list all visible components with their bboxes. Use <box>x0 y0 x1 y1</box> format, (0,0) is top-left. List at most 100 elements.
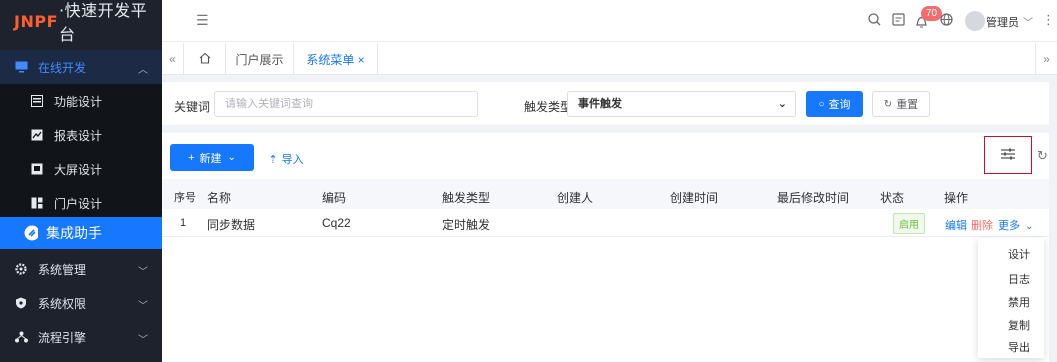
tab-scroll-right-icon[interactable]: » <box>1035 43 1057 75</box>
sidebar-section-label: 系统权限 <box>38 296 87 311</box>
sidebar-item-label: 集成助手 <box>46 225 102 241</box>
sidebar-item-integration-assistant[interactable]: 集成助手 <box>0 217 162 249</box>
keyword-label: 关键词 <box>174 100 211 114</box>
trigger-type-select[interactable]: 事件触发 ⌄ <box>567 91 796 117</box>
chevron-down-icon[interactable]: ﹀ <box>1023 14 1033 29</box>
sidebar-item-screen-design[interactable]: 大屏设计 <box>0 152 162 186</box>
screen-icon <box>30 162 44 176</box>
report-icon <box>30 128 44 142</box>
sidebar-item-report-design[interactable]: 报表设计 <box>0 118 162 152</box>
sidebar-section-system-permissions[interactable]: 系统权限 ﹀ <box>0 286 162 320</box>
query-button[interactable]: ○ 查询 <box>806 91 863 117</box>
chevron-down-icon: ⌄ <box>777 98 787 110</box>
refresh-icon[interactable]: ↻ <box>1037 148 1048 164</box>
message-icon[interactable] <box>892 13 905 29</box>
sidebar-item-form-design[interactable]: 功能设计 <box>0 84 162 118</box>
column-header: 状态 <box>880 191 905 205</box>
table-header: 序号 名称 编码 触发类型 创建人 创建时间 最后修改时间 状态 操作 <box>162 179 1049 209</box>
sidebar-section-flow-engine[interactable]: 流程引擎 ﹀ <box>0 320 162 354</box>
home-icon <box>199 52 211 67</box>
sidebar-item-label: 大屏设计 <box>54 162 103 177</box>
row-name: 同步数据 <box>207 218 256 232</box>
flow-icon <box>14 330 28 344</box>
logo: JNPF ·快速开发平台 <box>0 0 162 44</box>
dropdown-item-design[interactable]: 设计 <box>1008 246 1030 262</box>
row-index: 1 <box>180 217 187 229</box>
sidebar-section-label: 系统管理 <box>38 262 87 277</box>
delete-link[interactable]: 删除 <box>971 217 993 233</box>
reset-button[interactable]: ↻ 重置 <box>872 91 930 117</box>
sidebar-item-label: 报表设计 <box>54 128 103 143</box>
main-content: 关键词 请输入关键词查询 触发类型 事件触发 ⌄ ○ 查询 ↻ 重置 + 新建 … <box>162 75 1057 362</box>
sidebar-item-portal-design[interactable]: 门户设计 <box>0 186 162 220</box>
tab-system-menu[interactable]: 系统菜单 × <box>294 43 378 75</box>
dropdown-item-disable[interactable]: 禁用 <box>1008 294 1030 310</box>
tab-scroll-left-icon[interactable]: « <box>162 43 184 75</box>
chevron-down-icon: ﹀ <box>138 301 148 312</box>
table-panel: + 新建 ⌄ ⇡ 导入 ↻ 序号 名称 编码 触发类型 创建人 创建时间 最后修… <box>162 133 1049 362</box>
column-settings-button[interactable] <box>984 136 1032 174</box>
top-header: ☰ 70 管理员 ﹀ ⋮ <box>162 0 1057 42</box>
upload-icon: ⇡ <box>268 153 278 166</box>
user-name[interactable]: 管理员 <box>986 14 1019 30</box>
refresh-icon: ↻ <box>883 98 893 110</box>
new-button[interactable]: + 新建 ⌄ <box>170 144 254 171</box>
home-tab[interactable] <box>184 43 226 75</box>
status-badge: 启用 <box>893 213 925 234</box>
tab-bar: « 门户展示 系统菜单 × » <box>162 43 1057 75</box>
more-vertical-icon[interactable]: ⋮ <box>1042 12 1055 28</box>
column-header: 操作 <box>944 191 969 205</box>
app-root: JNPF ·快速开发平台 在线开发 ︿ 功能设计 报表设计 大屏设计 门户设计 <box>0 0 1057 362</box>
column-header: 序号 <box>174 192 196 204</box>
query-button-label: 查询 <box>828 99 851 111</box>
trigger-type-value: 事件触发 <box>578 98 622 110</box>
sidebar: JNPF ·快速开发平台 在线开发 ︿ 功能设计 报表设计 大屏设计 门户设计 <box>0 0 162 362</box>
logo-brand: JNPF <box>14 11 58 31</box>
search-icon[interactable] <box>868 13 881 29</box>
column-header: 最后修改时间 <box>777 191 850 205</box>
column-header: 触发类型 <box>442 191 491 205</box>
keyword-input[interactable]: 请输入关键词查询 <box>214 91 478 117</box>
reset-button-label: 重置 <box>896 99 919 111</box>
dropdown-item-copy[interactable]: 复制 <box>1008 317 1030 333</box>
sidebar-section-system-admin[interactable]: 系统管理 ﹀ <box>0 252 162 286</box>
column-header: 编码 <box>322 191 347 205</box>
sidebar-item-label: 门户设计 <box>54 196 103 211</box>
chevron-down-icon: ﹀ <box>138 335 148 346</box>
dropdown-item-export[interactable]: 导出 <box>1008 339 1030 355</box>
more-link[interactable]: 更多 ⌄ <box>998 217 1033 233</box>
logo-suffix: ·快速开发平台 <box>59 1 148 44</box>
dropdown-item-log[interactable]: 日志 <box>1008 271 1030 287</box>
form-icon <box>30 94 44 108</box>
plus-icon: + <box>188 151 195 164</box>
chevron-down-icon: ⌄ <box>227 152 236 163</box>
tab-portal-display[interactable]: 门户展示 <box>226 43 294 75</box>
new-button-label: 新建 <box>199 152 222 165</box>
portal-icon <box>30 196 44 210</box>
row-code: Cq22 <box>322 216 351 230</box>
trigger-type-label: 触发类型 <box>524 100 573 114</box>
globe-icon[interactable] <box>940 13 953 29</box>
search-icon: ○ <box>818 98 825 110</box>
chevron-down-icon: ﹀ <box>138 267 148 278</box>
more-actions-dropdown: 设计 日志 禁用 复制 导出 <box>978 238 1044 358</box>
row-trigger: 定时触发 <box>442 218 491 232</box>
table-row[interactable]: 1 同步数据 Cq22 定时触发 启用 编辑 删除 更多 ⌄ <box>162 209 1049 237</box>
column-header: 名称 <box>207 191 232 205</box>
more-link-label: 更多 <box>998 220 1020 232</box>
shield-icon <box>14 296 28 310</box>
avatar[interactable] <box>965 11 985 31</box>
menu-fold-icon[interactable]: ☰ <box>196 12 209 29</box>
column-header: 创建时间 <box>670 191 719 205</box>
sidebar-group-label: 在线开发 <box>38 60 87 75</box>
sliders-icon <box>1000 147 1016 164</box>
sidebar-section-label: 流程引擎 <box>38 330 87 345</box>
chevron-down-icon: ⌄ <box>1025 221 1034 232</box>
column-header: 创建人 <box>557 191 594 205</box>
import-button[interactable]: ⇡ 导入 <box>264 151 308 167</box>
import-button-label: 导入 <box>281 154 304 166</box>
search-panel: 关键词 请输入关键词查询 触发类型 事件触发 ⌄ ○ 查询 ↻ 重置 <box>162 82 1049 125</box>
sidebar-group-online-dev[interactable]: 在线开发 ︿ <box>0 50 162 84</box>
edit-link[interactable]: 编辑 <box>945 217 967 233</box>
puzzle-icon <box>24 225 38 241</box>
